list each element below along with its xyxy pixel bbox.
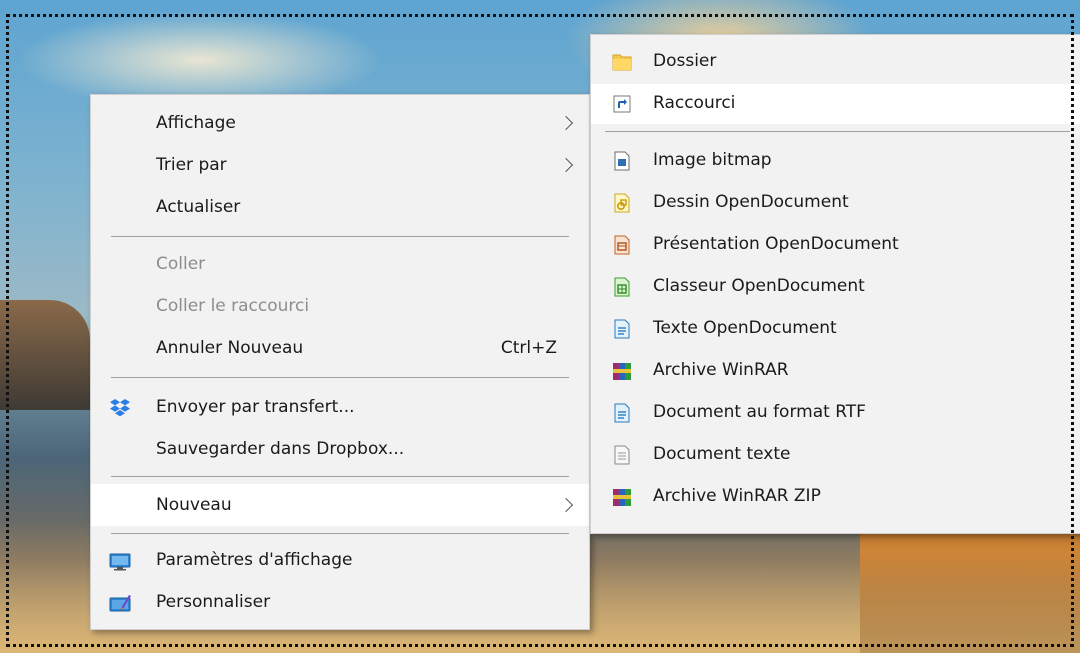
menu-item-label: Envoyer par transfert... (156, 397, 355, 417)
menu-item-parametres-affichage[interactable]: Paramètres d'affichage (91, 541, 589, 581)
menu-item-annuler-nouveau[interactable]: Annuler Nouveau Ctrl+Z (91, 329, 589, 369)
text-document-icon (611, 444, 633, 466)
menu-item-shortcut: Ctrl+Z (500, 338, 557, 358)
menu-item-label: Actualiser (156, 197, 241, 217)
menu-item-coller[interactable]: Coller (91, 245, 589, 285)
menu-item-label: Coller le raccourci (156, 296, 310, 316)
menu-item-envoyer-par-transfert[interactable]: Envoyer par transfert... (91, 388, 589, 428)
menu-item-affichage[interactable]: Affichage (91, 104, 589, 144)
submenu-item-label: Dossier (653, 51, 717, 71)
opendocument-drawing-icon (611, 192, 633, 214)
submenu-item-label: Archive WinRAR (653, 360, 789, 380)
menu-item-trier-par[interactable]: Trier par (91, 146, 589, 186)
menu-item-label: Coller (156, 254, 206, 274)
submenu-item-label: Classeur OpenDocument (653, 276, 865, 296)
submenu-item-label: Archive WinRAR ZIP (653, 486, 821, 506)
submenu-item-presentation-opendocument[interactable]: Présentation OpenDocument (591, 225, 1080, 265)
submenu-item-archive-winrar[interactable]: Archive WinRAR (591, 351, 1080, 391)
menu-item-actualiser[interactable]: Actualiser (91, 188, 589, 228)
submenu-item-label: Image bitmap (653, 150, 772, 170)
winrar-zip-icon (611, 486, 633, 508)
new-submenu: Dossier Raccourci Image bitmap Dessin Op… (590, 34, 1080, 534)
submenu-item-label: Raccourci (653, 93, 736, 113)
desktop-context-menu: Affichage Trier par Actualiser Coller Co… (90, 94, 590, 630)
menu-item-personnaliser[interactable]: Personnaliser (91, 583, 589, 623)
submenu-item-document-texte[interactable]: Document texte (591, 435, 1080, 475)
submenu-item-classeur-opendocument[interactable]: Classeur OpenDocument (591, 267, 1080, 307)
menu-separator (111, 377, 569, 378)
submenu-item-archive-winrar-zip[interactable]: Archive WinRAR ZIP (591, 477, 1080, 517)
submenu-item-label: Texte OpenDocument (653, 318, 837, 338)
chevron-right-icon (558, 497, 574, 513)
submenu-item-label: Document au format RTF (653, 402, 866, 422)
menu-separator (111, 476, 569, 477)
submenu-item-dossier[interactable]: Dossier (591, 42, 1080, 82)
menu-item-sauvegarder-dropbox[interactable]: Sauvegarder dans Dropbox... (91, 430, 589, 470)
winrar-archive-icon (611, 360, 633, 382)
menu-item-nouveau[interactable]: Nouveau (91, 484, 589, 526)
opendocument-presentation-icon (611, 234, 633, 256)
menu-item-label: Nouveau (156, 495, 232, 515)
menu-item-label: Annuler Nouveau (156, 338, 304, 358)
submenu-item-image-bitmap[interactable]: Image bitmap (591, 141, 1080, 181)
wallpaper-rock-left (0, 300, 90, 410)
menu-separator (111, 236, 569, 237)
personalize-icon (109, 592, 131, 614)
menu-item-label: Sauvegarder dans Dropbox... (156, 439, 405, 459)
submenu-item-label: Présentation OpenDocument (653, 234, 899, 254)
submenu-item-raccourci[interactable]: Raccourci (591, 84, 1080, 124)
menu-item-label: Affichage (156, 113, 236, 133)
opendocument-text-icon (611, 318, 633, 340)
display-settings-icon (109, 550, 131, 572)
menu-separator (111, 533, 569, 534)
submenu-item-document-rtf[interactable]: Document au format RTF (591, 393, 1080, 433)
menu-item-label: Personnaliser (156, 592, 271, 612)
menu-item-label: Paramètres d'affichage (156, 550, 353, 570)
submenu-separator (605, 131, 1070, 132)
chevron-right-icon (558, 115, 574, 131)
menu-item-coller-raccourci[interactable]: Coller le raccourci (91, 287, 589, 327)
shortcut-icon (611, 93, 633, 115)
submenu-item-label: Document texte (653, 444, 791, 464)
submenu-item-dessin-opendocument[interactable]: Dessin OpenDocument (591, 183, 1080, 223)
opendocument-spreadsheet-icon (611, 276, 633, 298)
folder-icon (611, 51, 633, 73)
dropbox-icon (109, 397, 131, 419)
chevron-right-icon (558, 157, 574, 173)
menu-item-label: Trier par (156, 155, 227, 175)
bitmap-image-icon (611, 150, 633, 172)
rtf-document-icon (611, 402, 633, 424)
submenu-item-label: Dessin OpenDocument (653, 192, 849, 212)
submenu-item-texte-opendocument[interactable]: Texte OpenDocument (591, 309, 1080, 349)
